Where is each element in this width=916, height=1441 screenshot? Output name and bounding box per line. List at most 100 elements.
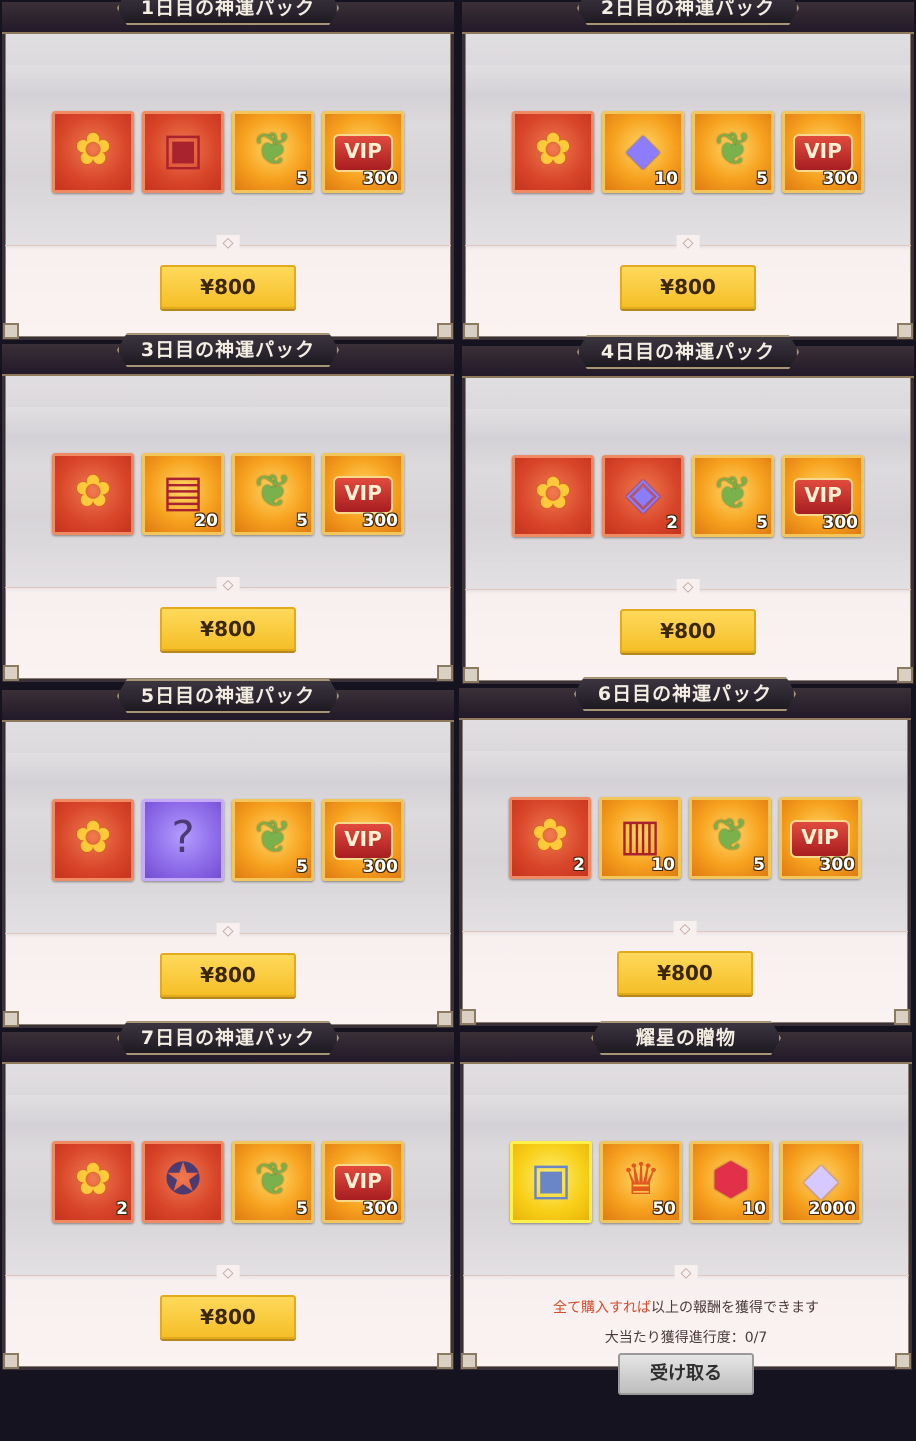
- reward-item[interactable]: VIP 300: [779, 797, 861, 879]
- buy-button[interactable]: ¥800: [617, 951, 753, 995]
- golden-flower-icon: ✿: [534, 124, 572, 175]
- reward-item[interactable]: ✿ 2: [52, 1141, 134, 1223]
- corner-ornament: [894, 1009, 910, 1025]
- buy-button[interactable]: ¥800: [160, 953, 296, 997]
- item-count: 5: [296, 1199, 308, 1219]
- reward-item[interactable]: ✿: [52, 453, 134, 535]
- corner-ornament: [437, 323, 453, 339]
- vip-badge-icon: VIP: [333, 1164, 393, 1202]
- buy-button[interactable]: ¥800: [620, 265, 756, 309]
- reward-row: ✿ 2 ▥ 10 ❦ 5 VIP 300: [462, 797, 908, 879]
- pack-title: 4日目の神運パック: [577, 335, 799, 369]
- corner-ornament: [895, 1353, 911, 1369]
- corner-ornament: [3, 1011, 19, 1027]
- reward-item[interactable]: ▣: [510, 1141, 592, 1223]
- corner-ornament: [3, 323, 19, 339]
- golden-flower-icon: ✿: [74, 812, 112, 863]
- reward-item[interactable]: ◆ 2000: [780, 1141, 862, 1223]
- vip-badge-icon: VIP: [790, 820, 850, 858]
- corner-ornament: [463, 323, 479, 339]
- mystery-box-icon: ?: [171, 812, 195, 863]
- reward-row: ✿ ◈ 2 ❦ 5 VIP 300: [465, 455, 911, 537]
- reward-item[interactable]: VIP 300: [322, 453, 404, 535]
- corner-ornament: [461, 1353, 477, 1369]
- divider: [463, 1275, 909, 1276]
- reward-item[interactable]: ❦ 5: [232, 1141, 314, 1223]
- reward-row: ✿ ▣ ❦ 5 VIP 300: [5, 111, 451, 193]
- reward-item[interactable]: ❦ 5: [689, 797, 771, 879]
- reward-item[interactable]: ❦ 5: [232, 799, 314, 881]
- pack-panel-day-2: 2日目の神運パック✿◆10❦5VIP300¥800: [462, 2, 914, 340]
- corner-ornament: [460, 1009, 476, 1025]
- reward-row: ✿? ❦ 5 VIP 300: [5, 799, 451, 881]
- item-count: 300: [819, 855, 856, 875]
- reward-item[interactable]: ◆ 10: [602, 111, 684, 193]
- claim-button[interactable]: 受け取る: [618, 1353, 754, 1395]
- corner-ornament: [437, 1011, 453, 1027]
- item-count: 300: [362, 857, 399, 877]
- pack-panel-day-5: 5日目の神運パック✿?❦5VIP300¥800: [2, 690, 454, 1028]
- item-count: 2: [573, 855, 585, 875]
- reward-item[interactable]: VIP 300: [322, 111, 404, 193]
- reward-item[interactable]: ❦ 5: [232, 111, 314, 193]
- buy-button[interactable]: ¥800: [160, 265, 296, 309]
- reward-item[interactable]: ▣: [142, 111, 224, 193]
- reward-item[interactable]: ?: [142, 799, 224, 881]
- reward-item[interactable]: ❦ 5: [232, 453, 314, 535]
- pack-panel-day-6: 6日目の神運パック✿2▥10❦5VIP300¥800: [459, 688, 911, 1026]
- vip-badge-icon: VIP: [793, 478, 853, 516]
- pack-title: 6日目の神運パック: [574, 677, 796, 711]
- pack-panel-day-3: 3日目の神運パック✿▤20❦5VIP300¥800: [2, 344, 454, 682]
- reward-row: ✿ ▤ 20 ❦ 5 VIP 300: [5, 453, 451, 535]
- reward-item[interactable]: ✿: [512, 455, 594, 537]
- reward-row: ▣ ♛ 50 ⬢ 10 ◆ 2000: [463, 1141, 909, 1223]
- item-count: 50: [652, 1199, 676, 1219]
- reward-item[interactable]: ♛ 50: [600, 1141, 682, 1223]
- item-count: 300: [362, 511, 399, 531]
- reward-item[interactable]: VIP 300: [782, 455, 864, 537]
- reward-item[interactable]: ❦ 5: [692, 111, 774, 193]
- reward-item[interactable]: VIP 300: [322, 1141, 404, 1223]
- item-count: 2: [666, 513, 678, 533]
- reward-item[interactable]: ✿: [52, 799, 134, 881]
- pack-panel-day-1: 1日目の神運パック✿▣❦5VIP300¥800: [2, 2, 454, 340]
- reward-item[interactable]: VIP 300: [322, 799, 404, 881]
- buy-button[interactable]: ¥800: [160, 607, 296, 651]
- golden-flower-icon: ✿: [534, 468, 572, 519]
- reward-item[interactable]: ⬢ 10: [690, 1141, 772, 1223]
- divider: [5, 587, 451, 588]
- item-count: 10: [742, 1199, 766, 1219]
- reward-item[interactable]: ✿ 2: [509, 797, 591, 879]
- reward-item[interactable]: VIP 300: [782, 111, 864, 193]
- reward-item[interactable]: ✿: [52, 111, 134, 193]
- gift-panel: 耀星の贈物▣♛50⬢10◆2000全て購入すれば以上の報酬を獲得できます大当たり…: [460, 1032, 912, 1395]
- reward-row: ✿ 2 ✪ ❦ 5 VIP 300: [5, 1141, 451, 1223]
- reward-item[interactable]: ▤ 20: [142, 453, 224, 535]
- item-count: 300: [362, 169, 399, 189]
- item-count: 300: [822, 169, 859, 189]
- reward-item[interactable]: ✪: [142, 1141, 224, 1223]
- buy-button[interactable]: ¥800: [620, 609, 756, 653]
- reward-item[interactable]: ❦ 5: [692, 455, 774, 537]
- corner-ornament: [437, 1353, 453, 1369]
- golden-flower-icon: ✿: [74, 466, 112, 517]
- item-count: 300: [822, 513, 859, 533]
- pack-title: 1日目の神運パック: [117, 0, 339, 25]
- reward-item[interactable]: ▥ 10: [599, 797, 681, 879]
- corner-ornament: [897, 667, 913, 683]
- pack-title: 5日目の神運パック: [117, 679, 339, 713]
- reward-item[interactable]: ✿: [512, 111, 594, 193]
- pack-panel-day-7: 7日目の神運パック✿2✪❦5VIP300¥800: [2, 1032, 454, 1370]
- reward-item[interactable]: ◈ 2: [602, 455, 684, 537]
- vip-badge-icon: VIP: [793, 134, 853, 172]
- buy-button[interactable]: ¥800: [160, 1295, 296, 1339]
- vip-badge-icon: VIP: [333, 476, 393, 514]
- silver-chest-icon: ▣: [530, 1154, 572, 1205]
- corner-ornament: [897, 323, 913, 339]
- pack-title: 2日目の神運パック: [577, 0, 799, 25]
- vip-badge-icon: VIP: [333, 134, 393, 172]
- item-count: 20: [194, 511, 218, 531]
- divider: [465, 589, 911, 590]
- corner-ornament: [3, 1353, 19, 1369]
- item-count: 10: [654, 169, 678, 189]
